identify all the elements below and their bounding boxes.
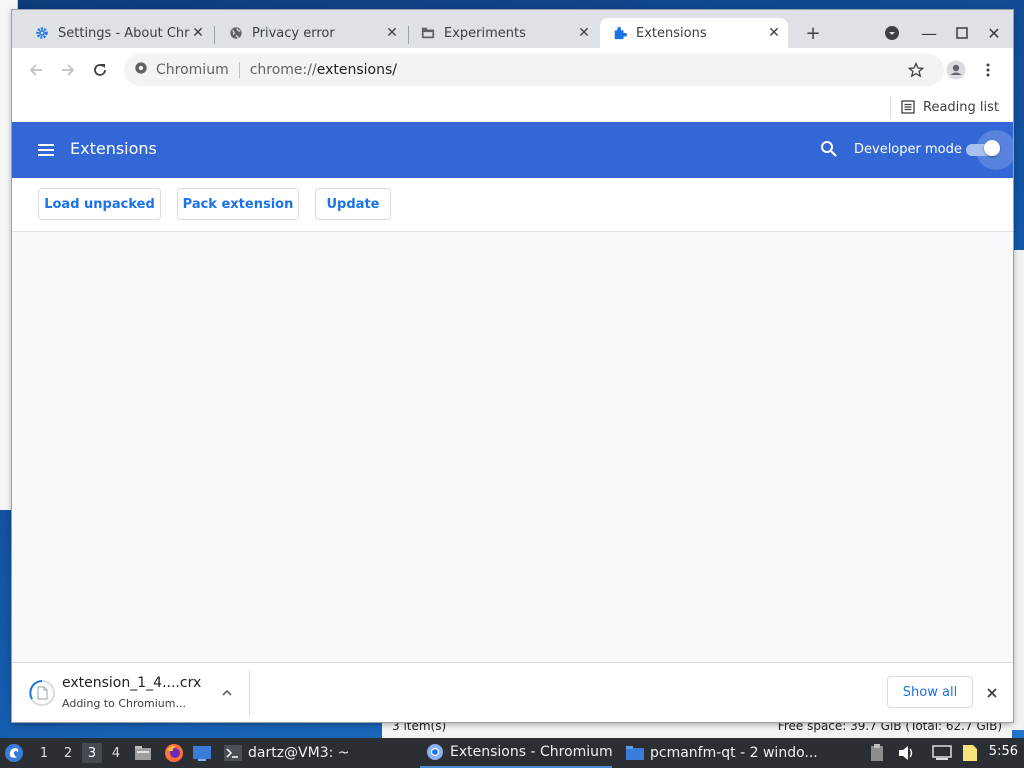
minimize-button[interactable]: — [918, 22, 940, 44]
chromium-page-icon [134, 61, 148, 79]
toolbar: Chromium chrome:// extensions/ [12, 48, 1013, 92]
reading-list-button[interactable]: Reading list [890, 96, 999, 118]
site-chip: Chromium [156, 62, 229, 78]
new-tab-button[interactable]: + [802, 22, 824, 44]
extensions-list-area [12, 232, 1013, 662]
close-icon[interactable]: ✕ [766, 25, 782, 41]
developer-mode-toggle[interactable] [966, 130, 1013, 170]
tab-privacy-error[interactable]: Privacy error ✕ [216, 18, 406, 48]
shelf-divider [249, 671, 250, 715]
reading-list-label: Reading list [923, 99, 999, 115]
desktop-icon[interactable] [192, 738, 214, 768]
close-icon[interactable]: ✕ [576, 25, 592, 41]
close-icon[interactable]: ✕ [190, 25, 206, 41]
experiments-icon [420, 25, 436, 41]
tab-search-button[interactable] [881, 22, 903, 44]
address-bar[interactable]: Chromium chrome:// extensions/ [124, 54, 944, 86]
tab-title: Settings - About Chr [58, 25, 190, 41]
globe-icon [228, 25, 244, 41]
folder-icon [626, 744, 644, 762]
tab-title: Privacy error [252, 25, 335, 41]
profile-avatar[interactable] [944, 58, 968, 82]
task-label: dartz@VM3: ~ [248, 745, 350, 761]
volume-icon[interactable] [898, 738, 918, 768]
chromium-icon [426, 743, 444, 761]
file-manager-launcher-icon[interactable] [134, 738, 154, 768]
clock[interactable]: 5:56 [989, 744, 1018, 759]
omnibox-divider [238, 62, 240, 78]
chevron-up-icon[interactable] [217, 683, 237, 703]
tab-settings[interactable]: Settings - About Chr ✕ [22, 18, 212, 48]
pack-extension-button[interactable]: Pack extension [177, 188, 299, 220]
url-scheme: chrome:// [249, 62, 317, 78]
task-terminal[interactable]: dartz@VM3: ~ [224, 738, 350, 768]
start-menu-icon[interactable] [4, 738, 28, 768]
back-button[interactable] [24, 58, 48, 82]
task-chromium[interactable]: Extensions - Chromium [420, 738, 613, 768]
puzzle-icon [612, 25, 628, 41]
firefox-icon[interactable] [164, 738, 186, 768]
file-icon [28, 679, 55, 707]
browser-window: Settings - About Chr ✕ Privacy error ✕ E… [12, 10, 1013, 722]
workspace-3[interactable]: 3 [82, 743, 102, 763]
reading-list-icon [901, 100, 915, 114]
tab-extensions[interactable]: Extensions ✕ [600, 18, 788, 48]
toggle-knob [984, 140, 1000, 156]
developer-actions-bar: Load unpacked Pack extension Update [12, 178, 1013, 232]
task-pcmanfm[interactable]: pcmanfm-qt - 2 windo... [626, 738, 818, 768]
show-all-button[interactable]: Show all [887, 676, 973, 708]
load-unpacked-button[interactable]: Load unpacked [38, 188, 161, 220]
download-status: Adding to Chromium... [62, 697, 186, 710]
tab-strip: Settings - About Chr ✕ Privacy error ✕ E… [12, 10, 1013, 48]
download-filename[interactable]: extension_1_4....crx [62, 675, 201, 691]
tab-divider [214, 26, 215, 44]
forward-button[interactable] [56, 58, 80, 82]
page-title: Extensions [70, 139, 157, 158]
workspace-2[interactable]: 2 [58, 743, 78, 763]
search-icon[interactable] [820, 140, 840, 160]
close-icon[interactable] [982, 683, 1002, 703]
tab-title: Experiments [444, 25, 526, 41]
hamburger-menu-icon[interactable] [36, 140, 56, 160]
url-host: extensions/ [316, 62, 397, 78]
bookmark-star-icon[interactable] [904, 58, 928, 82]
tab-title: Extensions [636, 25, 707, 41]
terminal-icon [224, 744, 242, 762]
notes-icon[interactable] [962, 738, 982, 768]
network-icon[interactable] [932, 738, 954, 768]
close-icon[interactable]: ✕ [384, 25, 400, 41]
tab-experiments[interactable]: Experiments ✕ [408, 18, 598, 48]
gear-icon [34, 25, 50, 41]
download-shelf: extension_1_4....crx Adding to Chromium.… [12, 662, 1013, 722]
clipboard-tray-icon[interactable] [870, 738, 888, 768]
close-window-button[interactable]: ✕ [983, 22, 1005, 44]
workspace-1[interactable]: 1 [34, 743, 54, 763]
bookmark-bar: Reading list [12, 92, 1013, 122]
maximize-button[interactable] [951, 22, 973, 44]
task-label: Extensions - Chromium [450, 744, 613, 760]
menu-kebab-icon[interactable] [976, 58, 1000, 82]
developer-mode-label: Developer mode [854, 142, 962, 157]
background-window-edge [1012, 250, 1024, 730]
workspace-4[interactable]: 4 [106, 743, 126, 763]
taskbar: 1 2 3 4 dartz@VM3: ~ Extensions - Chromi… [0, 738, 1024, 768]
extensions-header: Extensions Developer mode [12, 122, 1013, 178]
reload-button[interactable] [88, 58, 112, 82]
update-button[interactable]: Update [315, 188, 391, 220]
task-label: pcmanfm-qt - 2 windo... [650, 745, 818, 761]
